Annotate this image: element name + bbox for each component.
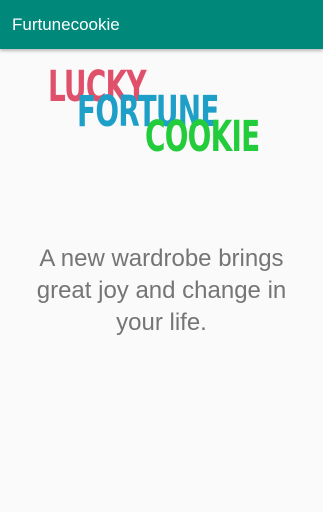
app-bar: Furtunecookie: [0, 0, 323, 49]
app-title: Furtunecookie: [12, 15, 120, 34]
logo-word-cookie: COOKIE: [145, 112, 260, 162]
fortune-message: A new wardrobe brings great joy and chan…: [36, 245, 287, 336]
fortune-cookie-logo: LUCKY FORTUNE COOKIE: [45, 62, 285, 172]
